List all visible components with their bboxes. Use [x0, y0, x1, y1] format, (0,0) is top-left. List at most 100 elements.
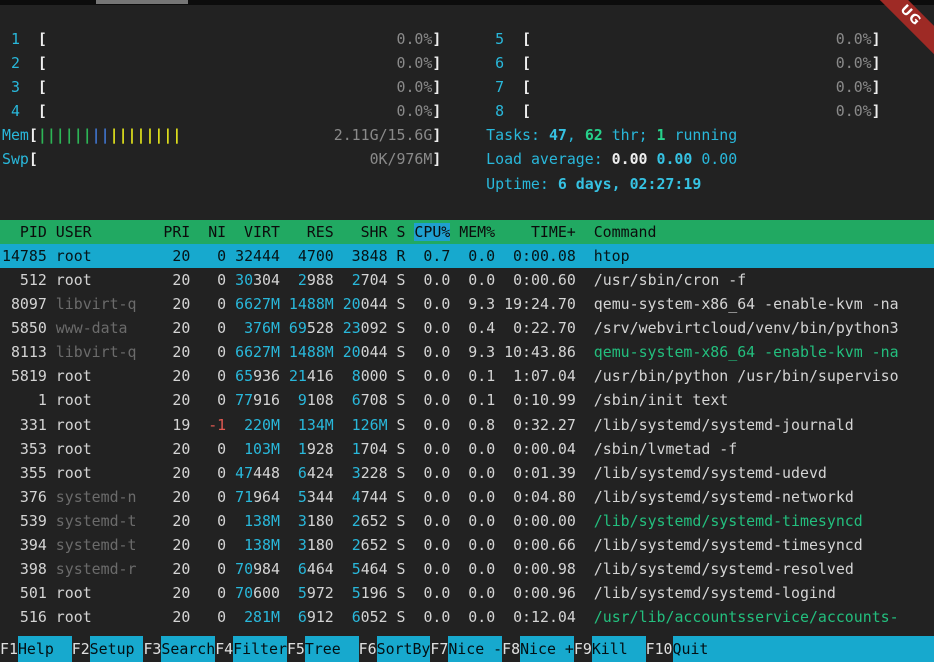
text-segment: 47: [235, 464, 253, 482]
fkey-label: SortBy: [377, 636, 431, 662]
table-header[interactable]: PID USER PRI NI VIRT RES SHR S CPU% MEM%…: [0, 220, 934, 244]
text-segment: 30: [235, 271, 253, 289]
text-segment: PID USER PRI NI VIRT RES SHR S: [2, 223, 414, 241]
fkey-f10[interactable]: F10Quit: [646, 636, 727, 662]
process-row[interactable]: 512 root 20 0 30304 2988 2704 S 0.0 0.0 …: [0, 268, 934, 292]
fkey-f4[interactable]: F4Filter: [215, 636, 287, 662]
process-row[interactable]: 376 systemd-n 20 0 71964 5344 4744 S 0.0…: [0, 485, 934, 509]
process-row[interactable]: 1 root 20 0 77916 9108 6708 S 0.0 0.1 0:…: [0, 388, 934, 412]
text-segment: 539: [2, 512, 56, 530]
fkey-f1[interactable]: F1Help: [0, 636, 72, 662]
text-segment: Mem: [2, 126, 29, 144]
process-row[interactable]: 516 root 20 0 281M 6912 6052 S 0.0 0.0 0…: [0, 605, 934, 629]
text-segment: 916: [253, 391, 280, 409]
text-segment: ]: [432, 150, 441, 168]
process-row[interactable]: 331 root 19 -1 220M 134M 126M S 0.0 0.8 …: [0, 413, 934, 437]
text-segment: ||||||||: [110, 126, 182, 144]
text-segment: [226, 560, 235, 578]
text-segment: [: [29, 150, 38, 168]
fkey-f9[interactable]: F9Kill: [574, 636, 646, 662]
text-segment: S 0.0 0.1 0:10.99: [388, 391, 594, 409]
text-segment: [280, 247, 289, 265]
fkey-f5[interactable]: F5Tree: [287, 636, 359, 662]
process-row[interactable]: 501 root 20 0 70600 5972 5196 S 0.0 0.0 …: [0, 581, 934, 605]
text-segment: 0.00: [656, 150, 701, 168]
fkey-bar-fill: [726, 636, 934, 662]
text-segment: 704: [361, 440, 388, 458]
text-segment: [226, 271, 235, 289]
text-segment: 416: [307, 367, 334, 385]
text-segment: [280, 488, 289, 506]
text-segment: [2, 175, 486, 193]
text-segment: [226, 440, 235, 458]
process-row[interactable]: 539 systemd-t 20 0 138M 3180 2652 S 0.0 …: [0, 509, 934, 533]
text-segment: ||: [92, 126, 110, 144]
text-segment: [334, 319, 343, 337]
cpu-meter-row-3-7: 3 [ 0.0%] 7 [ 0.0%]: [0, 75, 934, 99]
process-row[interactable]: 8097 libvirt-q 20 0 6627M 1488M 20044 S …: [0, 292, 934, 316]
process-row[interactable]: 398 systemd-r 20 0 70984 6464 5464 S 0.0…: [0, 557, 934, 581]
text-segment: [486, 78, 495, 96]
text-segment: 180: [307, 536, 334, 554]
text-segment: 4: [343, 488, 361, 506]
text-segment: 0.0%: [47, 30, 433, 48]
text-segment: /usr/sbin/cron -f: [594, 271, 746, 289]
text-segment: root: [56, 247, 146, 265]
text-segment: 600: [253, 584, 280, 602]
process-row[interactable]: 8113 libvirt-q 20 0 6627M 1488M 20044 S …: [0, 340, 934, 364]
text-segment: [334, 488, 343, 506]
process-row[interactable]: 355 root 20 0 47448 6424 3228 S 0.0 0.0 …: [0, 461, 934, 485]
text-segment: 3848: [343, 247, 388, 265]
text-segment: 0: [199, 319, 226, 337]
fkey-f7[interactable]: F7Nice -: [430, 636, 502, 662]
text-segment: 0: [199, 512, 226, 530]
text-segment: 7: [495, 78, 504, 96]
text-segment: 0: [199, 488, 226, 506]
text-segment: [280, 343, 289, 361]
text-segment: 126M: [343, 416, 388, 434]
text-segment: 20: [145, 560, 199, 578]
text-segment: 052: [361, 608, 388, 626]
text-segment: 20: [145, 536, 199, 554]
text-segment: [226, 367, 235, 385]
fkey-f3[interactable]: F3Search: [143, 636, 215, 662]
swap-meter-and-load-line: Swp[ 0K/976M] Load average: 0.00 0.00 0.…: [0, 147, 934, 171]
fkey-label: Help: [18, 636, 72, 662]
text-segment: [: [504, 54, 531, 72]
process-row[interactable]: 5819 root 20 0 65936 21416 8000 S 0.0 0.…: [0, 364, 934, 388]
fkey-f2[interactable]: F2Setup: [72, 636, 144, 662]
memory-meter-and-tasks-line: Mem[|||||||||||||||| 2.11G/15.6G] Tasks:…: [0, 123, 934, 147]
text-segment: root: [56, 464, 146, 482]
fkey-f6[interactable]: F6SortBy: [359, 636, 431, 662]
text-segment: 448: [253, 464, 280, 482]
text-segment: [280, 560, 289, 578]
text-segment: 6: [289, 560, 307, 578]
text-segment: 5: [495, 30, 504, 48]
fkey-number: F10: [646, 636, 673, 662]
text-segment: 5: [289, 584, 307, 602]
fkey-f8[interactable]: F8Nice +: [502, 636, 574, 662]
fkey-label: Kill: [592, 636, 646, 662]
text-segment: 376: [2, 488, 56, 506]
text-segment: /usr/bin/python /usr/bin/superviso: [594, 367, 899, 385]
text-segment: [: [20, 54, 47, 72]
text-segment: 044: [361, 343, 388, 361]
process-row[interactable]: 353 root 20 0 103M 1928 1704 S 0.0 0.0 0…: [0, 437, 934, 461]
process-row-selected[interactable]: 14785 root 20 0 32444 4700 3848 R 0.7 0.…: [0, 244, 934, 268]
scrollbar-thumb[interactable]: [96, 0, 188, 4]
text-segment: [280, 536, 289, 554]
text-segment: 2: [343, 536, 361, 554]
text-segment: 5: [343, 584, 361, 602]
process-row[interactable]: 5850 www-data 20 0 376M 69528 23092 S 0.…: [0, 316, 934, 340]
text-segment: S 0.0 0.0 0:04.80: [388, 488, 594, 506]
text-segment: [2, 102, 11, 120]
fkey-label: Filter: [233, 636, 287, 662]
text-segment: [334, 391, 343, 409]
text-segment: [441, 150, 486, 168]
process-row[interactable]: 394 systemd-t 20 0 138M 3180 2652 S 0.0 …: [0, 533, 934, 557]
text-segment: S 0.0 0.0 0:01.39: [388, 464, 594, 482]
text-segment: 20: [145, 608, 199, 626]
text-segment: [441, 102, 486, 120]
text-segment: 0: [199, 367, 226, 385]
text-segment: 344: [307, 488, 334, 506]
